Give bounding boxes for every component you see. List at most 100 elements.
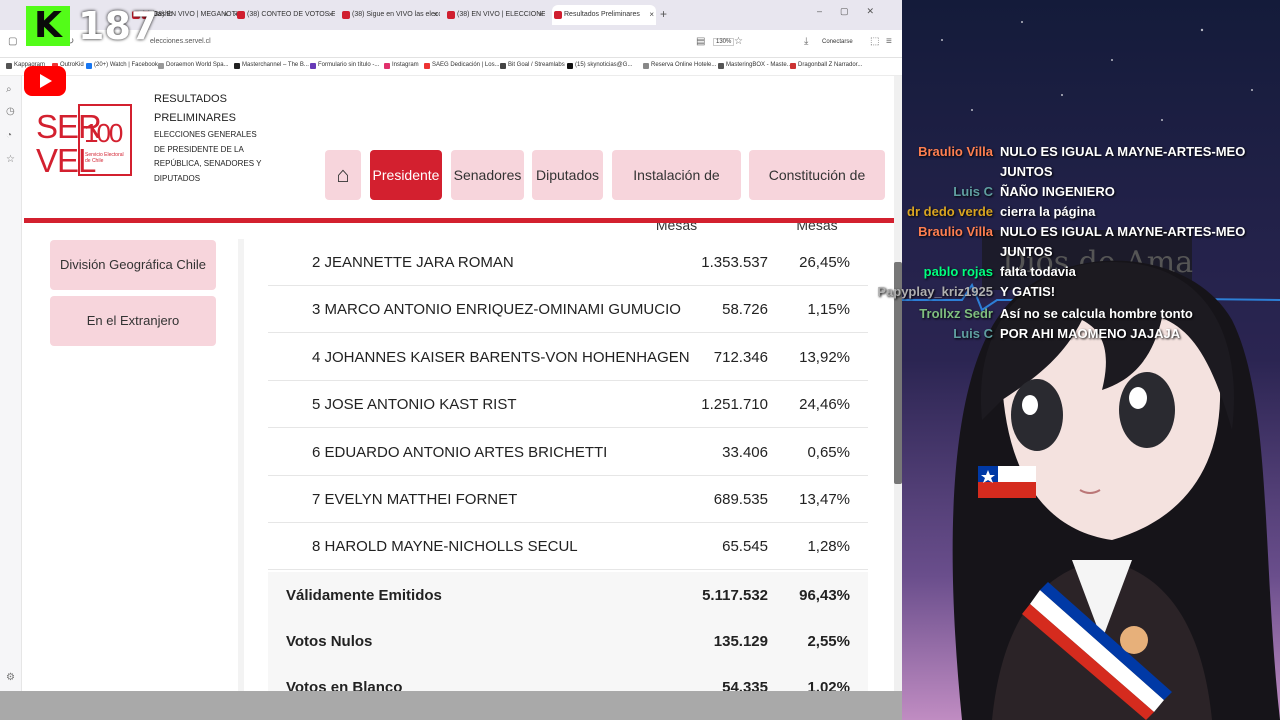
candidate-name: 3 MARCO ANTONIO ENRIQUEZ-OMINAMI GUMUCIO: [312, 301, 681, 319]
bookmark-item[interactable]: SAEG Dedicación | Los...: [424, 62, 500, 69]
tab-label: (38) EN VIVO | ELECCIONES: [457, 11, 545, 18]
totals-label: Votos en Blanco: [286, 679, 403, 691]
logo-subtitle: Servicio Electoral de Chile: [85, 152, 124, 164]
tab-close-icon[interactable]: ×: [649, 5, 654, 25]
chat-username: dr dedo verde: [907, 204, 993, 219]
page-scrollbar[interactable]: [894, 76, 902, 691]
logo-100: 100: [84, 118, 123, 148]
browser-tab[interactable]: (38) EN VIVO | ELECCIONES ×: [445, 5, 545, 25]
sidebar-extranjero[interactable]: En el Extranjero: [50, 296, 216, 346]
page-title-line2: PRELIMINARES: [154, 112, 236, 124]
bookmark-item[interactable]: Bit Goal / Streamlabs: [500, 62, 565, 69]
totals-label: Válidamente Emitidos: [286, 587, 442, 604]
header-divider: [24, 218, 894, 223]
candidate-votes: 1.251.710: [701, 396, 768, 414]
browser-tab[interactable]: (38) CONTEO DE VOTOS EN ×: [235, 5, 335, 25]
browser-tab[interactable]: (38) Sigue en VIVO las eleccion×: [340, 5, 440, 25]
tab-favicon-icon: [237, 11, 245, 19]
chat-username: Braulio Villa: [918, 224, 993, 239]
bookmark-item[interactable]: Formulario sin título -...: [310, 62, 379, 69]
candidate-name: 2 JEANNETTE JARA ROMAN: [312, 254, 514, 271]
home-button[interactable]: ⌂: [325, 150, 361, 200]
window-controls[interactable]: –▢✕: [817, 6, 892, 17]
page-title-line1: RESULTADOS: [154, 93, 227, 105]
tab-label: (38) CONTEO DE VOTOS EN: [247, 11, 335, 18]
candidate-name: 6 EDUARDO ANTONIO ARTES BRICHETTI: [312, 443, 608, 461]
candidate-percent: 0,65%: [807, 443, 850, 461]
history-icon[interactable]: ◷: [6, 106, 15, 117]
servel-logo[interactable]: SER VEL 100 Servicio Electoral de Chile: [36, 96, 146, 180]
browser-sidebar: ⌕ ◷ ◔ ☆ ⚙: [0, 76, 22, 720]
bookmark-item[interactable]: Doraemon World Spa...: [158, 62, 229, 69]
candidate-percent: 13,92%: [799, 348, 850, 366]
tab-favicon-icon: [342, 11, 350, 19]
clock-icon[interactable]: ◔: [6, 130, 12, 141]
totals-row: Válidamente Emitidos 5.117.532 96,43%: [268, 572, 868, 618]
star-icon[interactable]: ☆: [734, 36, 743, 47]
chat-text: Así no se calcula hombre tonto: [1000, 306, 1193, 321]
bookmark-icon[interactable]: ☆: [6, 154, 15, 165]
chat-username: Luis C: [953, 184, 993, 199]
tab-close-icon[interactable]: ×: [328, 5, 333, 25]
chat-username: Luis C: [953, 326, 993, 341]
chat-username: Braulio Villa: [918, 144, 993, 159]
bookmark-item[interactable]: Instagram: [384, 62, 419, 69]
settings-icon[interactable]: ⚙: [6, 672, 15, 683]
chat-text: Y GATIS!: [1000, 284, 1056, 299]
candidate-row: 4 JOHANNES KAISER BARENTS-VON HOHENHAGEN…: [268, 334, 868, 381]
sidebar-division-geografica[interactable]: División Geográfica Chile: [50, 240, 216, 290]
tab-label: Resultados Preliminares: [564, 11, 640, 18]
nav-diputados[interactable]: Diputados: [532, 150, 603, 200]
youtube-icon: [24, 66, 66, 96]
page-subtitle: ELECCIONES GENERALES DE PRESIDENTE DE LA…: [154, 130, 262, 183]
bookmark-item[interactable]: Reserva Online Hotele...: [643, 62, 716, 69]
candidate-name: 5 JOSE ANTONIO KAST RIST: [312, 396, 517, 414]
tab-close-icon[interactable]: ×: [538, 5, 543, 25]
nav-instalacion-mesas[interactable]: Instalación de Mesas: [612, 150, 741, 233]
extensions-icon[interactable]: ⬚: [870, 36, 879, 47]
candidate-percent: 13,47%: [799, 491, 850, 508]
candidate-percent: 24,46%: [799, 396, 850, 414]
chat-text: NULO ES IGUAL A MAYNE-ARTES-MEO JUNTOS: [1000, 144, 1246, 179]
page-icon[interactable]: ▤: [696, 36, 705, 47]
candidate-votes: 33.406: [722, 443, 768, 461]
candidate-votes: 58.726: [722, 301, 768, 319]
candidate-votes: 712.346: [713, 348, 768, 366]
bookmark-item[interactable]: (15) skynoticias@G...: [567, 62, 632, 69]
candidate-percent: 26,45%: [799, 254, 850, 271]
page-title: RESULTADOS PRELIMINARES: [154, 90, 236, 128]
browser-tab[interactable]: Resultados Preliminares ×: [552, 5, 656, 25]
url-field[interactable]: elecciones.servel.cl: [150, 38, 211, 45]
zoom-level[interactable]: 130%: [713, 38, 735, 46]
bookmark-item[interactable]: Masterchannel – The B...: [234, 62, 309, 69]
sidebar-toggle-icon[interactable]: ▢: [8, 36, 17, 47]
chat-username: Trollxz Sedr: [919, 306, 993, 321]
vtuber-scene: Dios de Ama: [902, 0, 1280, 720]
status-bar: [0, 691, 902, 720]
new-tab-button[interactable]: +: [660, 7, 667, 21]
tab-favicon-icon: [554, 11, 562, 19]
candidate-row: 8 HAROLD MAYNE-NICHOLLS SECUL 65.545 1,28%: [268, 523, 868, 571]
nav-constitucion-mesas[interactable]: Constitución de Mesas: [749, 150, 885, 233]
totals-label: Votos Nulos: [286, 633, 373, 650]
tab-label: (38) EN VIVO | MEGANOTICIAS: [152, 11, 240, 18]
chat-text: NULO ES IGUAL A MAYNE-ARTES-MEO JUNTOS: [1000, 224, 1246, 259]
candidate-votes: 689.535: [713, 491, 768, 508]
tab-close-icon[interactable]: ×: [433, 5, 438, 25]
nav-senadores[interactable]: Senadores: [451, 150, 524, 200]
nav-presidente[interactable]: Presidente: [370, 150, 442, 200]
bookmark-item[interactable]: (20+) Watch | Facebook: [86, 62, 158, 69]
totals-votes: 54.335: [722, 679, 768, 691]
totals-percent: 96,43%: [799, 587, 850, 604]
bookmark-item[interactable]: Dragonball Z Narrador...: [790, 62, 862, 69]
candidate-name: 4 JOHANNES KAISER BARENTS-VON HOHENHAGEN: [312, 348, 690, 366]
bookmark-item[interactable]: MasteringBOX - Maste...: [718, 62, 792, 69]
vtuber-illustration: Dios de Ama: [902, 0, 1280, 720]
tab-favicon-icon: [447, 11, 455, 19]
download-icon[interactable]: ⤓: [804, 36, 808, 47]
search-icon[interactable]: ⌕: [6, 84, 12, 95]
totals-row: Votos en Blanco 54.335 1,02%: [268, 664, 868, 691]
connect-button[interactable]: Conectarse: [822, 39, 853, 45]
menu-icon[interactable]: ≡: [886, 36, 892, 47]
bookmarks-bar: Kappagram OutroKid (20+) Watch | Facebook D…: [0, 58, 902, 76]
